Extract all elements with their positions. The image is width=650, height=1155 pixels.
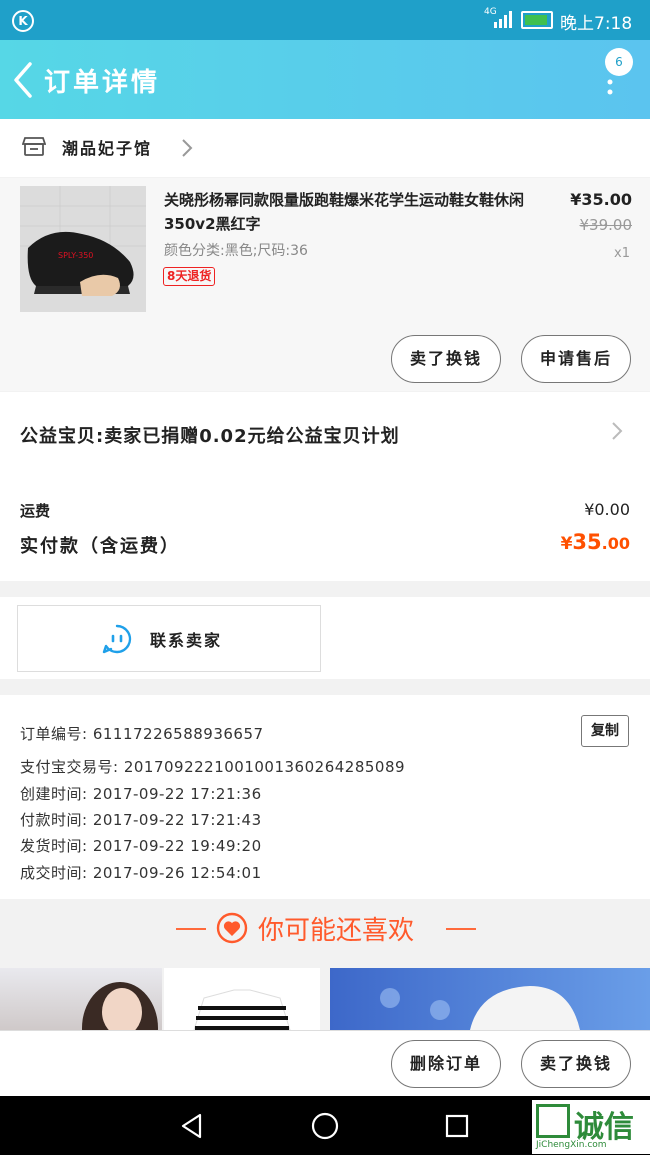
divider-right xyxy=(446,928,476,930)
app-header: 订单详情 6 xyxy=(0,40,650,119)
paid-int: 35 xyxy=(572,530,602,554)
chat-face-icon xyxy=(102,624,132,654)
copy-button[interactable]: 复制 xyxy=(581,715,629,747)
svg-text:SPLY-350: SPLY-350 xyxy=(58,251,93,260)
paid-currency: ¥ xyxy=(560,534,573,554)
freight-value: ¥0.00 xyxy=(584,500,630,519)
recommend-header: 你可能还喜欢 xyxy=(0,900,650,958)
sell-exchange-button[interactable]: 卖了换钱 xyxy=(521,1040,631,1088)
paid-amount: ¥35.00 xyxy=(561,530,630,554)
divider-left xyxy=(176,928,206,930)
heart-icon xyxy=(216,912,248,944)
product-image[interactable]: SPLY-350 xyxy=(20,186,146,312)
watermark-logo: 诚信 JiChengXin.com xyxy=(532,1100,650,1154)
paid-label: 实付款（含运费） xyxy=(20,536,180,557)
product-card[interactable]: SPLY-350 关晓彤杨幂同款限量版跑鞋爆米花学生运动鞋女鞋休闲350v2黑红… xyxy=(0,178,650,391)
delete-order-button[interactable]: 删除订单 xyxy=(391,1040,501,1088)
store-icon xyxy=(22,137,46,156)
nav-home-icon[interactable] xyxy=(310,1111,340,1141)
recommend-title: 你可能还喜欢 xyxy=(258,916,415,946)
contact-section: 联系卖家 xyxy=(0,597,650,679)
recommend-item-image[interactable] xyxy=(164,968,320,1030)
bottom-action-bar: 删除订单 卖了换钱 xyxy=(0,1030,650,1097)
contact-seller-label: 联系卖家 xyxy=(150,631,223,650)
system-nav-bar: 诚信 JiChengXin.com xyxy=(0,1096,650,1155)
created-time: 创建时间: 2017-09-22 17:21:36 xyxy=(20,785,262,803)
freight-label: 运费 xyxy=(20,502,51,520)
status-bar: K 4G 晚上7:18 xyxy=(0,0,650,40)
alipay-trade-number: 支付宝交易号: 2017092221001001360264285089 xyxy=(20,758,406,776)
recommend-item-image[interactable] xyxy=(0,968,162,1030)
completed-time: 成交时间: 2017-09-26 12:54:01 xyxy=(20,864,262,882)
signal-icon xyxy=(494,11,512,28)
charity-payment-section: 公益宝贝:卖家已捐赠0.02元给公益宝贝计划 运费 ¥0.00 实付款（含运费）… xyxy=(0,392,650,581)
product-original-price: ¥39.00 xyxy=(579,216,633,234)
chevron-right-icon xyxy=(182,139,193,157)
order-number: 订单编号: 61117226588936657 xyxy=(20,725,264,743)
paid-dec: .00 xyxy=(601,534,630,553)
clock: 晚上7:18 xyxy=(560,14,633,34)
product-title[interactable]: 关晓彤杨幂同款限量版跑鞋爆米花学生运动鞋女鞋休闲350v2黑红字 xyxy=(164,188,534,236)
back-arrow-icon[interactable] xyxy=(10,60,44,100)
chevron-right-icon[interactable] xyxy=(610,420,624,442)
nav-recents-icon[interactable] xyxy=(444,1113,470,1139)
page-title: 订单详情 xyxy=(44,68,161,98)
watermark-subtext: JiChengXin.com xyxy=(536,1140,607,1150)
shop-name: 潮品妃子馆 xyxy=(62,139,153,158)
recommend-item-image[interactable] xyxy=(330,968,650,1030)
order-info: 订单编号: 61117226588936657 复制 支付宝交易号: 20170… xyxy=(0,695,650,899)
after-sale-button[interactable]: 申请售后 xyxy=(521,335,631,383)
more-menu-icon[interactable] xyxy=(606,76,614,96)
product-quantity: x1 xyxy=(614,246,630,261)
contact-seller-button[interactable]: 联系卖家 xyxy=(17,605,321,672)
shipped-time: 发货时间: 2017-09-22 19:49:20 xyxy=(20,837,262,855)
product-price: ¥35.00 xyxy=(570,190,632,209)
battery-icon xyxy=(521,11,553,29)
charity-text[interactable]: 公益宝贝:卖家已捐赠0.02元给公益宝贝计划 xyxy=(20,422,400,448)
shop-row[interactable]: 潮品妃子馆 xyxy=(0,119,650,177)
nav-back-icon[interactable] xyxy=(178,1112,206,1140)
watermark-seal-icon xyxy=(536,1104,570,1138)
sell-exchange-button[interactable]: 卖了换钱 xyxy=(391,335,501,383)
paid-time: 付款时间: 2017-09-22 17:21:43 xyxy=(20,811,262,829)
message-badge[interactable]: 6 xyxy=(605,48,633,76)
k-app-icon: K xyxy=(12,10,34,32)
return-policy-tag: 8天退货 xyxy=(163,267,216,286)
product-spec: 颜色分类:黑色;尺码:36 xyxy=(164,243,308,259)
